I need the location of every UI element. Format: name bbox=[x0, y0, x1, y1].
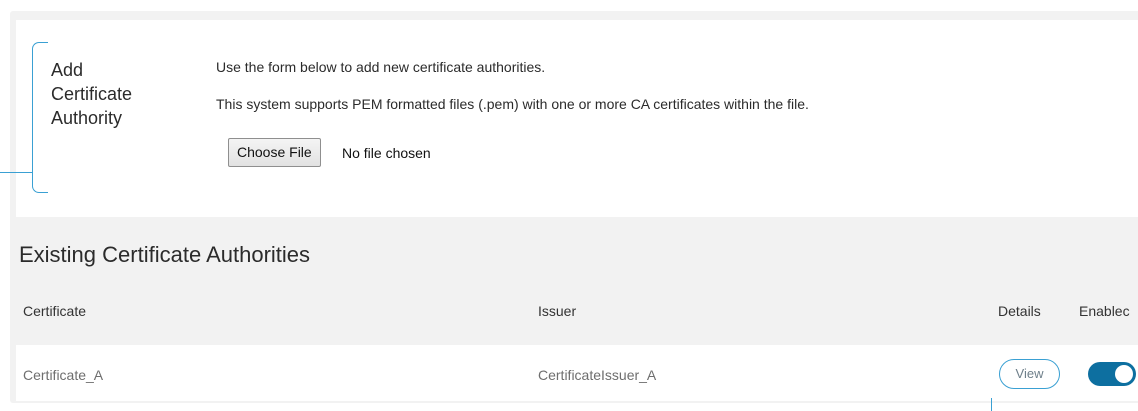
section-bracket bbox=[32, 42, 48, 193]
view-callout-line bbox=[991, 398, 992, 411]
column-header-certificate: Certificate bbox=[23, 303, 87, 319]
add-certificate-authority-card bbox=[16, 20, 1138, 217]
choose-file-button[interactable]: Choose File bbox=[228, 138, 321, 167]
certificate-name-cell: Certificate_A bbox=[23, 367, 104, 383]
view-details-button[interactable]: View bbox=[999, 359, 1060, 389]
enabled-toggle[interactable] bbox=[1088, 362, 1138, 386]
issuer-cell: CertificateIssuer_A bbox=[538, 367, 657, 383]
existing-certificate-authorities-title: Existing Certificate Authorities bbox=[19, 242, 311, 267]
column-header-details: Details bbox=[998, 303, 1041, 319]
file-status-text: No file chosen bbox=[342, 145, 431, 161]
pem-support-note: This system supports PEM formatted files… bbox=[216, 96, 809, 112]
add-certificate-authority-title: Add Certificate Authority bbox=[51, 58, 181, 130]
column-header-enabled: Enablec bbox=[1079, 303, 1130, 319]
title-line-3: Authority bbox=[51, 108, 123, 128]
column-header-issuer: Issuer bbox=[538, 303, 577, 319]
title-line-2: Certificate bbox=[51, 84, 133, 104]
bracket-callout-line bbox=[0, 172, 33, 173]
toggle-knob bbox=[1115, 365, 1133, 383]
title-line-1: Add bbox=[51, 60, 84, 80]
add-form-description: Use the form below to add new certificat… bbox=[216, 59, 546, 75]
